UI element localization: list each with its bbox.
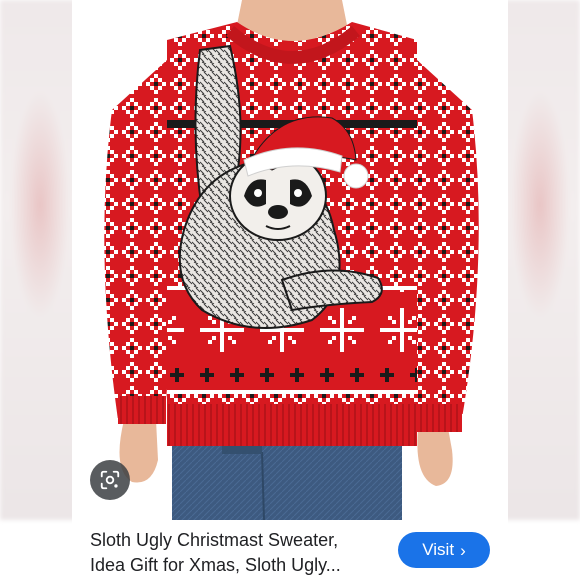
chevron-right-icon: › (460, 540, 466, 560)
result-caption: Sloth Ugly Christmast Sweater, Idea Gift… (72, 520, 508, 580)
product-image[interactable] (72, 0, 508, 520)
product-title-line-1: Sloth Ugly Christmast Sweater, (90, 530, 339, 550)
jeans (172, 440, 402, 520)
visit-label: Visit (422, 540, 455, 559)
blurred-background-right (500, 0, 580, 520)
visit-button[interactable]: Visit › (398, 532, 490, 568)
product-title[interactable]: Sloth Ugly Christmast Sweater, Idea Gift… (90, 528, 390, 578)
blurred-background-left (0, 0, 80, 520)
google-lens-icon (100, 470, 120, 490)
google-lens-button[interactable] (90, 460, 130, 500)
product-title-line-2: Idea Gift for Xmas, Sloth Ugly... (90, 555, 341, 575)
